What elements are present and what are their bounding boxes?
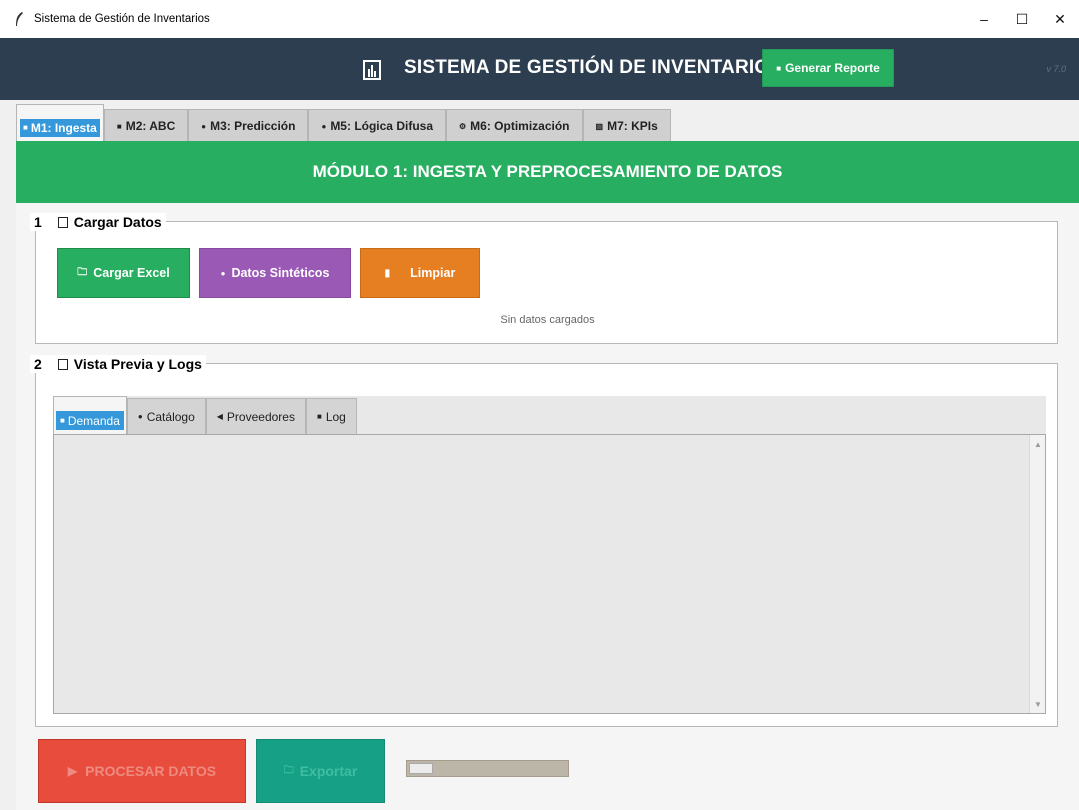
title-bar: Sistema de Gestión de Inventarios – ☐ ✕ <box>0 0 1079 38</box>
synthetic-data-button[interactable]: ● Datos Sintéticos <box>199 248 351 298</box>
tab-proveedores[interactable]: ◀ Proveedores <box>205 398 306 434</box>
tab-label: M5: Lógica Difusa <box>330 119 433 133</box>
checkbox-icon <box>57 216 68 228</box>
load-excel-button[interactable]: 🗀 Cargar Excel <box>57 248 190 298</box>
minimize-button[interactable]: – <box>965 0 1003 38</box>
dot-icon: ● <box>201 121 207 131</box>
bar-chart-icon <box>363 60 381 80</box>
scroll-up-icon[interactable]: ▲ <box>1030 437 1046 451</box>
process-data-label: PROCESAR DATOS <box>85 763 217 779</box>
progress-bar <box>406 760 569 777</box>
tab-label: M7: KPIs <box>607 119 658 133</box>
tab-m7[interactable]: ▨ M7: KPIs <box>582 109 671 142</box>
tab-m6[interactable]: ⚙ M6: Optimización <box>446 109 583 142</box>
dice-icon: ● <box>220 268 226 278</box>
app-title: SISTEMA DE GESTIÓN DE INVENTARIOS <box>404 57 783 78</box>
load-excel-label: Cargar Excel <box>93 266 170 280</box>
tab-log[interactable]: ■ Log <box>305 398 357 434</box>
trash-icon: ▮ <box>384 267 391 279</box>
tab-demanda[interactable]: ■ Demanda <box>53 396 127 434</box>
checkbox-icon <box>57 358 68 370</box>
tab-label: M3: Predicción <box>210 119 296 133</box>
module-content: 1 Cargar Datos 🗀 Cargar Excel ● Datos Si… <box>16 203 1079 810</box>
tab-label: Catálogo <box>146 409 195 424</box>
box-icon: ■ <box>60 416 65 425</box>
export-label: Exportar <box>299 763 358 779</box>
synthetic-data-label: Datos Sintéticos <box>231 266 330 280</box>
clear-button[interactable]: ▮ Limpiar <box>360 248 480 298</box>
tab-m3[interactable]: ● M3: Predicción <box>188 109 309 142</box>
app-header: SISTEMA DE GESTIÓN DE INVENTARIOS ■ Gene… <box>0 38 1079 100</box>
export-button[interactable]: 🗀 Exportar <box>256 739 385 803</box>
generate-report-label: Generar Reporte <box>785 61 880 75</box>
clear-label: Limpiar <box>410 266 456 280</box>
section-title: 1 Cargar Datos <box>30 213 166 231</box>
load-data-section: 1 Cargar Datos 🗀 Cargar Excel ● Datos Si… <box>30 213 1058 344</box>
section-number: 2 <box>34 356 42 372</box>
tab-label: M1: Ingesta <box>30 120 97 135</box>
window-title: Sistema de Gestión de Inventarios <box>34 13 210 25</box>
truck-icon: ◀ <box>216 412 223 421</box>
gear-icon: ⚙ <box>459 121 467 131</box>
tab-label: Log <box>325 409 346 424</box>
report-icon: ■ <box>776 63 782 73</box>
box-icon: ■ <box>23 123 28 132</box>
play-icon: ▶ <box>67 764 78 778</box>
progress-fill <box>409 763 433 774</box>
tab-m2[interactable]: ■ M2: ABC <box>103 109 189 142</box>
folder-icon: 🗀 <box>77 266 88 278</box>
section-title-text: Vista Previa y Logs <box>73 356 202 372</box>
process-data-button[interactable]: ▶ PROCESAR DATOS <box>38 739 246 803</box>
tab-label: M2: ABC <box>125 119 176 133</box>
vertical-scrollbar[interactable]: ▲ ▼ <box>1029 435 1045 713</box>
scroll-down-icon[interactable]: ▼ <box>1030 697 1046 711</box>
chart-icon: ▨ <box>595 121 604 131</box>
section-title-text: Cargar Datos <box>73 214 162 230</box>
chart-icon: ■ <box>116 121 122 131</box>
version-label: v 7.0 <box>1046 64 1066 74</box>
maximize-button[interactable]: ☐ <box>1003 0 1041 38</box>
preview-tabs: ■ Demanda ● Catálogo ◀ Proveedores ■ Log <box>53 396 1046 434</box>
window-controls: – ☐ ✕ <box>965 0 1079 38</box>
log-icon: ■ <box>316 412 322 421</box>
tab-label: Demanda <box>67 413 120 428</box>
section-number: 1 <box>34 214 42 230</box>
module-tabs: ■ M1: Ingesta ■ M2: ABC ● M3: Predicción ● M5: … <box>16 104 671 142</box>
preview-logs-section: 2 Vista Previa y Logs ■ Demanda ● Catálogo ◀… <box>30 355 1058 727</box>
tab-catálogo[interactable]: ● Catálogo <box>126 398 206 434</box>
tab-m1[interactable]: ■ M1: Ingesta <box>16 104 104 142</box>
feather-icon <box>14 10 28 28</box>
module-banner: MÓDULO 1: INGESTA Y PREPROCESAMIENTO DE … <box>16 141 1079 203</box>
brain-icon: ● <box>321 121 327 131</box>
app-window: Sistema de Gestión de Inventarios – ☐ ✕ … <box>0 0 1079 810</box>
tab-label: Proveedores <box>226 409 295 424</box>
close-button[interactable]: ✕ <box>1041 0 1079 38</box>
section-title: 2 Vista Previa y Logs <box>30 355 206 373</box>
folder-icon: 🗀 <box>283 764 294 776</box>
tab-label: M6: Optimización <box>470 119 570 133</box>
preview-panel[interactable]: ▲ ▼ <box>53 434 1046 714</box>
book-icon: ● <box>137 412 143 421</box>
load-status: Sin datos cargados <box>500 314 595 326</box>
tab-m5[interactable]: ● M5: Lógica Difusa <box>308 109 446 142</box>
generate-report-button[interactable]: ■ Generar Reporte <box>762 49 894 87</box>
